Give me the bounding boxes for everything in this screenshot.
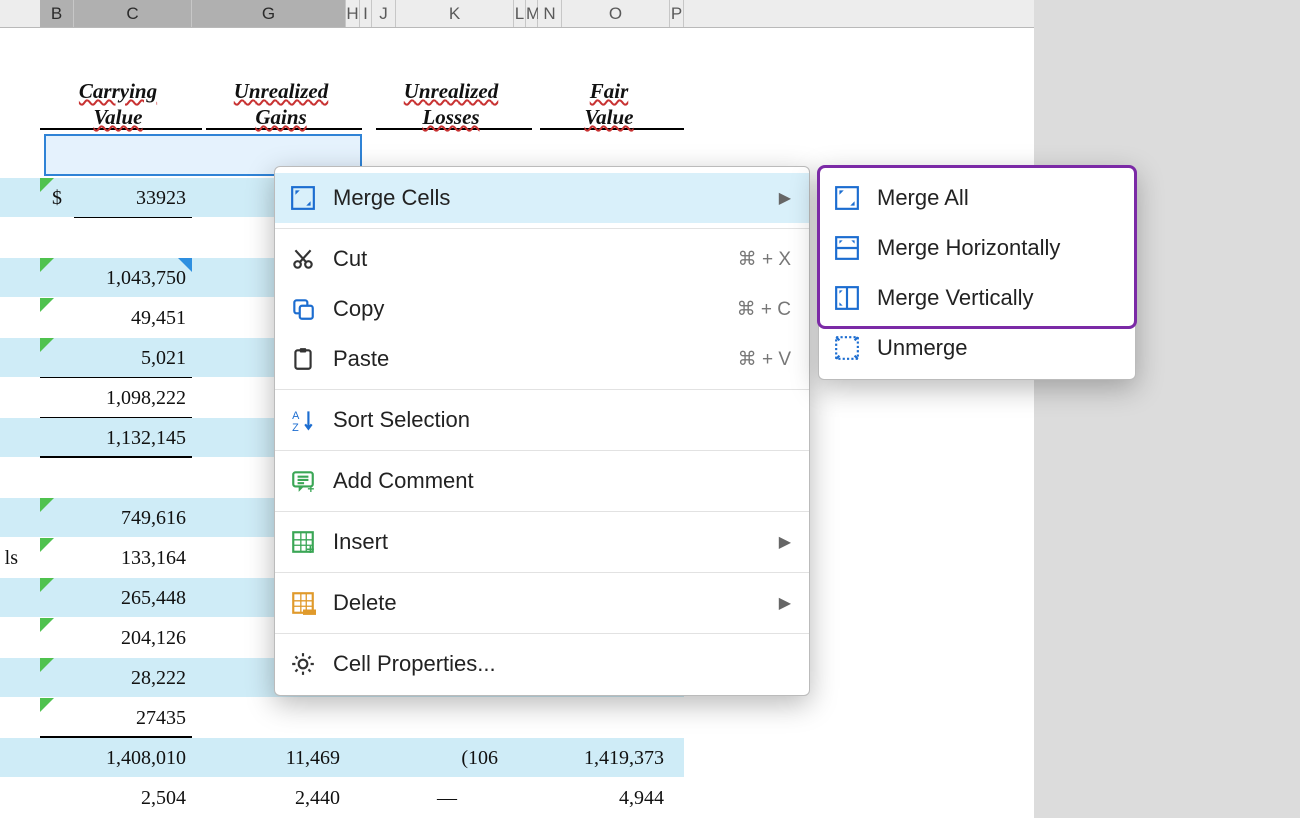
menu-label: Unmerge: [877, 335, 1117, 361]
colhead-b[interactable]: B: [40, 0, 74, 27]
colhead-o[interactable]: O: [562, 0, 670, 27]
cell-11469[interactable]: 11,469: [192, 738, 346, 778]
cell-5021[interactable]: 5,021: [40, 338, 192, 378]
hdr-fair-1: Fair: [540, 78, 684, 104]
menu-label: Copy: [333, 296, 737, 322]
submenu-merge-v[interactable]: Merge Vertically: [819, 273, 1135, 323]
cell-1408010[interactable]: 1,408,010: [40, 738, 192, 778]
submenu-arrow-icon: ▶: [779, 593, 791, 613]
menu-label: Merge All: [877, 185, 1117, 211]
cell-4944[interactable]: 4,944: [562, 778, 670, 818]
cell-2440[interactable]: 2,440: [192, 778, 346, 818]
cell-204126[interactable]: 204,126: [40, 618, 192, 658]
menu-label: Merge Vertically: [877, 285, 1117, 311]
cell-265448[interactable]: 265,448: [40, 578, 192, 618]
menu-label: Paste: [333, 346, 738, 372]
menu-label: Sort Selection: [333, 407, 791, 433]
cell-27435[interactable]: 27435: [40, 698, 192, 738]
sort-icon: AZ: [289, 406, 317, 434]
hdr-loss-2: Losses: [376, 104, 532, 130]
submenu-merge-all[interactable]: Merge All: [819, 173, 1135, 223]
hdr-gains-2: Gains: [206, 104, 362, 130]
menu-paste[interactable]: Paste ⌘ + V: [275, 334, 809, 384]
unmerge-icon: [833, 334, 861, 362]
cell-1098222[interactable]: 1,098,222: [40, 378, 192, 418]
shortcut: ⌘ + C: [737, 298, 791, 321]
menu-comment[interactable]: + Add Comment: [275, 456, 809, 506]
menu-label: Cut: [333, 246, 738, 272]
colhead-m[interactable]: M: [526, 0, 538, 27]
cell-33923[interactable]: 33923: [74, 178, 192, 218]
hdr-fair-2: Value: [540, 104, 684, 130]
shortcut: ⌘ + X: [738, 248, 791, 271]
svg-text:+: +: [307, 482, 314, 494]
submenu-arrow-icon: ▶: [779, 188, 791, 208]
cell-1419373[interactable]: 1,419,373: [562, 738, 670, 778]
cell-106[interactable]: (106: [396, 738, 504, 778]
menu-delete[interactable]: Delete ▶: [275, 578, 809, 628]
cell-1132145[interactable]: 1,132,145: [40, 418, 192, 458]
colhead-i[interactable]: I: [360, 0, 372, 27]
hdr-gains-1: Unrealized: [206, 78, 362, 104]
menu-label: Cell Properties...: [333, 651, 791, 677]
submenu-merge-h[interactable]: Merge Horizontally: [819, 223, 1135, 273]
menu-label: Add Comment: [333, 468, 791, 494]
cell-dash[interactable]: —: [396, 778, 504, 818]
colhead-l[interactable]: L: [514, 0, 526, 27]
svg-text:Z: Z: [292, 422, 299, 433]
svg-text:+: +: [306, 541, 314, 555]
hdr-loss-1: Unrealized: [376, 78, 532, 104]
merge-submenu: Merge All Merge Horizontally Merge Verti…: [818, 166, 1136, 380]
menu-insert[interactable]: + Insert ▶: [275, 517, 809, 567]
submenu-arrow-icon: ▶: [779, 532, 791, 552]
colhead-g[interactable]: G: [192, 0, 346, 27]
copy-icon: [289, 295, 317, 323]
merge-horizontal-icon: [833, 234, 861, 262]
menu-cell-properties[interactable]: Cell Properties...: [275, 639, 809, 689]
cell-1043750[interactable]: 1,043,750: [40, 258, 192, 298]
menu-label: Insert: [333, 529, 765, 555]
comment-icon: +: [289, 467, 317, 495]
cell-133164[interactable]: 133,164: [40, 538, 192, 578]
menu-label: Merge Cells: [333, 185, 765, 211]
cut-icon: [289, 245, 317, 273]
submenu-unmerge[interactable]: Unmerge: [819, 323, 1135, 373]
column-headers: B C G H I J K L M N O P: [0, 0, 1034, 28]
menu-copy[interactable]: Copy ⌘ + C: [275, 284, 809, 334]
merge-vertical-icon: [833, 284, 861, 312]
hdr-carrying-1: Carrying: [40, 78, 202, 104]
colhead-k[interactable]: K: [396, 0, 514, 27]
colhead-p[interactable]: P: [670, 0, 684, 27]
menu-label: Merge Horizontally: [877, 235, 1117, 261]
insert-icon: +: [289, 528, 317, 556]
shortcut: ⌘ + V: [738, 348, 791, 371]
cell-left-partial: ls: [0, 538, 20, 578]
merge-all-icon: [833, 184, 861, 212]
paste-icon: [289, 345, 317, 373]
menu-cut[interactable]: Cut ⌘ + X: [275, 234, 809, 284]
colhead-j[interactable]: J: [372, 0, 396, 27]
merge-cells-icon: [289, 184, 317, 212]
colhead-h[interactable]: H: [346, 0, 360, 27]
delete-icon: [289, 589, 317, 617]
cell-49451[interactable]: 49,451: [40, 298, 192, 338]
colhead-n[interactable]: N: [538, 0, 562, 27]
svg-text:A: A: [292, 410, 300, 422]
menu-label: Delete: [333, 590, 765, 616]
context-menu: Merge Cells ▶ Cut ⌘ + X Copy ⌘ + C Paste…: [274, 166, 810, 696]
colhead-c[interactable]: C: [74, 0, 192, 27]
gear-icon: [289, 650, 317, 678]
menu-sort[interactable]: AZ Sort Selection: [275, 395, 809, 445]
cell-28222[interactable]: 28,222: [40, 658, 192, 698]
cell-749616[interactable]: 749,616: [40, 498, 192, 538]
hdr-carrying-2: Value: [40, 104, 202, 130]
menu-merge-cells[interactable]: Merge Cells ▶: [275, 173, 809, 223]
cell-2504[interactable]: 2,504: [40, 778, 192, 818]
